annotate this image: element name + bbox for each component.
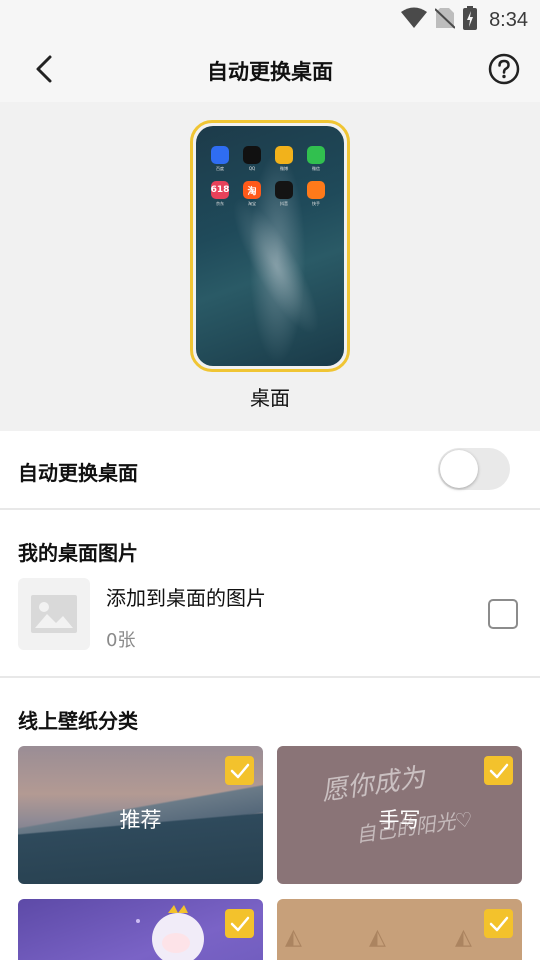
switch-knob	[440, 450, 478, 488]
check-icon	[489, 763, 508, 778]
help-icon	[488, 53, 520, 85]
category-checkbox[interactable]	[484, 756, 513, 785]
category-checkbox[interactable]	[225, 909, 254, 938]
app-label: 淘宝	[248, 201, 256, 206]
category-name: 手写	[378, 808, 421, 832]
app-icon	[243, 146, 261, 164]
app-icon	[275, 181, 293, 199]
preview-app: QQ	[236, 146, 268, 171]
category-card-drawing[interactable]	[18, 899, 263, 960]
no-sim-icon	[434, 7, 456, 33]
app-icon	[307, 181, 325, 199]
help-button[interactable]	[488, 53, 520, 85]
preview-label: 桌面	[250, 386, 290, 410]
divider	[0, 508, 540, 510]
auto-change-row: 自动更换桌面	[0, 431, 540, 509]
image-icon	[31, 595, 77, 633]
auto-change-switch[interactable]	[438, 448, 510, 490]
category-checkbox[interactable]	[484, 909, 513, 938]
category-name: 推荐	[119, 808, 162, 832]
clock: 8:34	[489, 8, 528, 31]
online-categories-title: 线上壁纸分类	[18, 709, 138, 733]
app-icon	[211, 146, 229, 164]
desktop-preview: 百度 QQ 微博 微信 618 京东淘淘宝 抖音 快手 桌面	[0, 102, 540, 431]
app-label: QQ	[248, 166, 256, 171]
app-icon	[275, 146, 293, 164]
category-card-recommend[interactable]: 推荐	[18, 746, 263, 884]
status-bar: 8:34	[0, 0, 540, 36]
preview-app: 微博	[268, 146, 300, 171]
app-label: 微博	[280, 166, 288, 171]
pizza-icon: ◭	[285, 925, 302, 950]
app-label: 京东	[216, 201, 224, 206]
add-images-label: 添加到桌面的图片	[106, 586, 266, 610]
check-icon	[230, 916, 249, 931]
check-icon	[489, 916, 508, 931]
page-title: 自动更换桌面	[207, 60, 333, 84]
my-images-checkbox[interactable]	[488, 599, 518, 629]
app-label: 微信	[312, 166, 320, 171]
preview-app: 抖音	[268, 181, 300, 206]
auto-change-label: 自动更换桌面	[18, 461, 138, 485]
my-images-title: 我的桌面图片	[18, 541, 138, 565]
status-icons: 8:34	[401, 6, 528, 34]
preview-app: 微信	[300, 146, 332, 171]
app-label: 抖音	[280, 201, 288, 206]
category-card-handwriting[interactable]: 愿你成为 自己的阳光♡ 手写	[277, 746, 522, 884]
app-icon	[307, 146, 325, 164]
preview-app: 淘淘宝	[236, 181, 268, 206]
preview-app: 快手	[300, 181, 332, 206]
app-icon: 618	[211, 181, 229, 199]
my-images-row[interactable]: 添加到桌面的图片 0张	[0, 578, 540, 651]
category-checkbox[interactable]	[225, 756, 254, 785]
app-label: 百度	[216, 166, 224, 171]
handwriting-line-1: 愿你成为	[320, 762, 429, 806]
app-bar: 自动更换桌面	[0, 36, 540, 102]
desktop-preview-frame[interactable]: 百度 QQ 微博 微信 618 京东淘淘宝 抖音 快手	[190, 120, 350, 372]
preview-app: 618 京东	[204, 181, 236, 206]
pizza-icon: ◭	[369, 925, 386, 950]
image-placeholder	[18, 578, 90, 650]
preview-app: 百度	[204, 146, 236, 171]
app-label: 快手	[312, 201, 320, 206]
image-count: 0张	[106, 630, 136, 651]
divider	[0, 676, 540, 678]
preview-app-grid: 百度 QQ 微博 微信 618 京东淘淘宝 抖音 快手	[204, 146, 332, 206]
category-card-food[interactable]: ◭ ◭ ◭	[277, 899, 522, 960]
pizza-icon: ◭	[455, 925, 472, 950]
app-icon: 淘	[243, 181, 261, 199]
wallpaper-preview: 百度 QQ 微博 微信 618 京东淘淘宝 抖音 快手	[196, 126, 344, 366]
check-icon	[230, 763, 249, 778]
wifi-icon	[401, 7, 428, 33]
battery-charging-icon	[463, 6, 478, 34]
